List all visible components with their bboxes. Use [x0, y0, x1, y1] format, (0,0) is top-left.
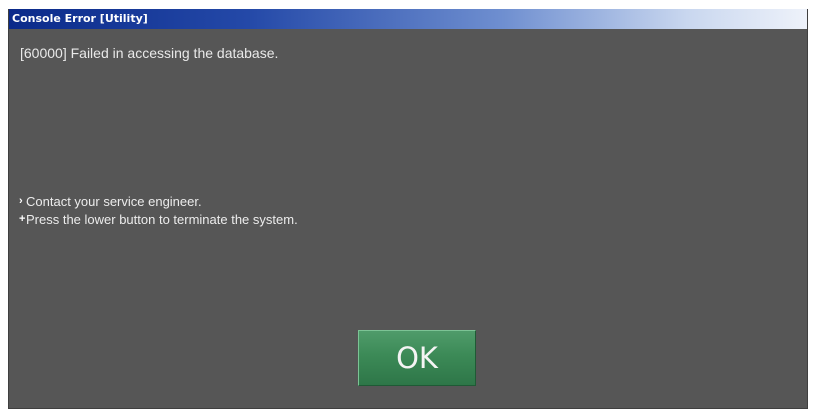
hint-contact: › Contact your service engineer.	[19, 192, 298, 210]
arrow-bullet-icon: ›	[19, 195, 23, 207]
ok-button-label: OK	[396, 341, 438, 375]
hint-contact-text: Contact your service engineer.	[26, 193, 202, 209]
hint-terminate: + Press the lower button to terminate th…	[19, 210, 298, 228]
plus-bullet-icon: +	[19, 213, 26, 225]
error-dialog: Console Error [Utility] [60000] Failed i…	[8, 9, 808, 409]
title-bar[interactable]: Console Error [Utility]	[9, 9, 807, 29]
hint-terminate-text: Press the lower button to terminate the …	[26, 211, 298, 227]
ok-button[interactable]: OK	[358, 330, 476, 386]
window-title: Console Error [Utility]	[12, 12, 148, 25]
error-message: [60000] Failed in accessing the database…	[20, 45, 279, 61]
hint-list: › Contact your service engineer. + Press…	[19, 192, 298, 228]
